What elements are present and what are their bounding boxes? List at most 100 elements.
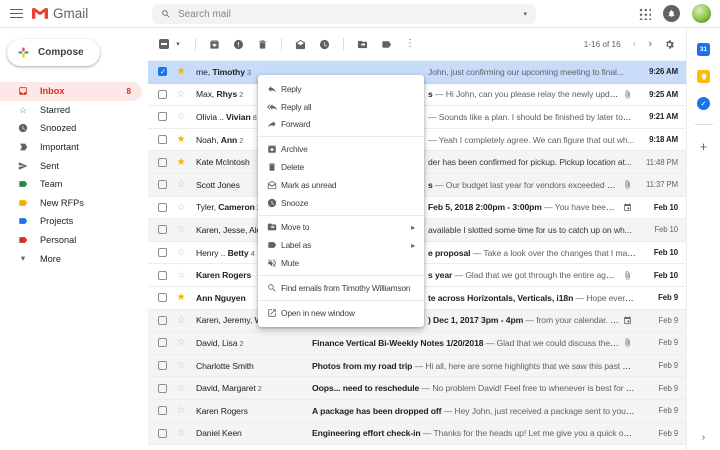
newer-page-button[interactable]: ‹ — [633, 38, 637, 50]
star-toggle[interactable]: ☆ — [173, 270, 189, 281]
menu-item-label: Forward — [281, 119, 311, 130]
star-toggle[interactable]: ☆ — [173, 383, 189, 394]
row-checkbox[interactable] — [158, 67, 167, 77]
star-toggle[interactable]: ★ — [173, 134, 189, 145]
row-checkbox[interactable] — [158, 428, 167, 438]
collapse-panel-chevron-icon[interactable]: › — [702, 432, 705, 443]
unread-count-badge: 8 — [126, 86, 131, 96]
row-checkbox[interactable] — [158, 180, 167, 190]
star-toggle[interactable]: ☆ — [173, 111, 189, 122]
notifications-bell-icon[interactable] — [663, 5, 680, 22]
mark-read-button[interactable] — [295, 39, 306, 50]
star-toggle[interactable]: ☆ — [173, 224, 189, 235]
result-count: 1-16 of 16 — [583, 39, 621, 49]
row-checkbox[interactable] — [158, 338, 167, 348]
sidebar-item-snoozed[interactable]: Snoozed — [0, 119, 142, 138]
menu-item-move-to[interactable]: Move to ▸ — [258, 219, 424, 237]
star-toggle[interactable]: ☆ — [173, 405, 189, 416]
row-checkbox[interactable] — [158, 361, 167, 371]
archive-button[interactable] — [209, 39, 220, 50]
delete-button[interactable] — [257, 39, 268, 50]
email-row[interactable]: ☆ David, Margaret 2 Oops... need to resche… — [148, 377, 686, 400]
get-addons-icon[interactable]: + — [700, 139, 708, 154]
row-checkbox[interactable] — [158, 270, 167, 280]
menu-item-archive[interactable]: Archive — [258, 140, 424, 158]
row-checkbox[interactable] — [158, 112, 167, 122]
sidebar-item-inbox[interactable]: Inbox 8 — [0, 82, 142, 101]
settings-button[interactable] — [664, 39, 675, 50]
hamburger-menu-icon[interactable] — [0, 0, 32, 28]
search-input[interactable] — [178, 8, 517, 20]
move-to-button[interactable] — [357, 39, 368, 50]
keep-icon[interactable] — [697, 70, 710, 83]
menu-item-label-as[interactable]: Label as ▸ — [258, 236, 424, 254]
email-row[interactable]: ☆ Charlotte Smith Photos from my road trip… — [148, 354, 686, 378]
select-all-checkbox[interactable] — [159, 39, 169, 49]
chevron-right-icon: › — [648, 37, 652, 50]
star-toggle[interactable]: ☆ — [173, 428, 189, 439]
menu-item-reply-all[interactable]: Reply all — [258, 98, 424, 116]
row-checkbox[interactable] — [158, 315, 167, 325]
menu-item-mute[interactable]: Mute — [258, 254, 424, 272]
star-toggle[interactable]: ☆ — [173, 315, 189, 326]
menu-item-forward[interactable]: Forward — [258, 116, 424, 134]
star-toggle[interactable]: ☆ — [173, 247, 189, 258]
menu-item-find-emails-from-timothy-williamson[interactable]: Find emails from Timothy Williamson — [258, 279, 424, 297]
row-checkbox[interactable] — [158, 157, 167, 167]
row-checkbox[interactable] — [158, 383, 167, 393]
email-row[interactable]: ☆ Karen Rogers A package has been dropped … — [148, 399, 686, 423]
row-checkbox[interactable] — [158, 135, 167, 145]
calendar-icon[interactable]: 31 — [697, 43, 710, 56]
more-options-button[interactable]: ⋮ — [405, 39, 415, 49]
star-toggle[interactable]: ☆ — [173, 337, 189, 348]
sidebar-item-starred[interactable]: ☆ Starred — [0, 101, 142, 120]
menu-divider — [258, 299, 424, 301]
menu-item-open-in-new-window[interactable]: Open in new window — [258, 304, 424, 322]
sidebar-item-label: More — [40, 253, 61, 264]
email-row[interactable]: ☆ Daniel Keen Engineering effort check-in … — [148, 422, 686, 446]
user-avatar[interactable] — [692, 4, 711, 23]
star-toggle[interactable]: ☆ — [173, 89, 189, 100]
star-toggle[interactable]: ★ — [173, 66, 189, 77]
compose-button[interactable]: Compose — [7, 39, 100, 66]
row-checkbox[interactable] — [158, 225, 167, 235]
sidebar-item-important[interactable]: Important — [0, 138, 142, 157]
sidebar-item-more[interactable]: ▾ More — [0, 249, 142, 268]
label-button[interactable] — [381, 39, 392, 50]
email-date: Feb 9 — [658, 315, 679, 325]
row-checkbox[interactable] — [158, 406, 167, 416]
search-options-caret-icon[interactable]: ▾ — [523, 11, 527, 18]
side-panel-rail: 31 ✓ + › — [686, 28, 720, 450]
row-checkbox[interactable] — [158, 293, 167, 303]
paperclip-icon — [623, 90, 632, 99]
sidebar-item-sent[interactable]: Sent — [0, 156, 142, 175]
search-bar[interactable]: ▾ — [152, 4, 536, 24]
row-checkbox[interactable] — [158, 202, 167, 212]
star-toggle[interactable]: ☆ — [173, 179, 189, 190]
email-row[interactable]: ☆ David, Lisa 2 Finance Vertical Bi-Weekly… — [148, 332, 686, 355]
sidebar-item-team[interactable]: Team — [0, 175, 142, 194]
menu-item-delete[interactable]: Delete — [258, 158, 424, 176]
star-toggle[interactable]: ☆ — [173, 360, 189, 371]
sidebar-item-label: Personal — [40, 235, 77, 246]
star-toggle[interactable]: ☆ — [173, 202, 189, 213]
star-toggle[interactable]: ★ — [173, 157, 189, 168]
sidebar-item-new-rfps[interactable]: New RFPs — [0, 194, 142, 213]
sidebar-item-personal[interactable]: Personal — [0, 231, 142, 250]
important-icon — [18, 142, 28, 152]
toolbar-divider — [281, 37, 282, 51]
message-count: 4 — [248, 248, 255, 258]
tasks-icon[interactable]: ✓ — [697, 97, 710, 110]
star-toggle[interactable]: ★ — [173, 292, 189, 303]
row-checkbox[interactable] — [158, 89, 167, 99]
older-page-button[interactable]: › — [648, 37, 652, 50]
snooze-button[interactable] — [319, 39, 330, 50]
report-spam-button[interactable] — [233, 39, 244, 50]
sidebar-item-label: Sent — [40, 160, 59, 171]
menu-item-mark-as-unread[interactable]: Mark as unread — [258, 176, 424, 194]
row-checkbox[interactable] — [158, 248, 167, 258]
google-apps-icon[interactable] — [638, 7, 651, 20]
menu-item-reply[interactable]: Reply — [258, 80, 424, 98]
menu-item-snooze[interactable]: Snooze — [258, 194, 424, 212]
sidebar-item-projects[interactable]: Projects — [0, 212, 142, 231]
